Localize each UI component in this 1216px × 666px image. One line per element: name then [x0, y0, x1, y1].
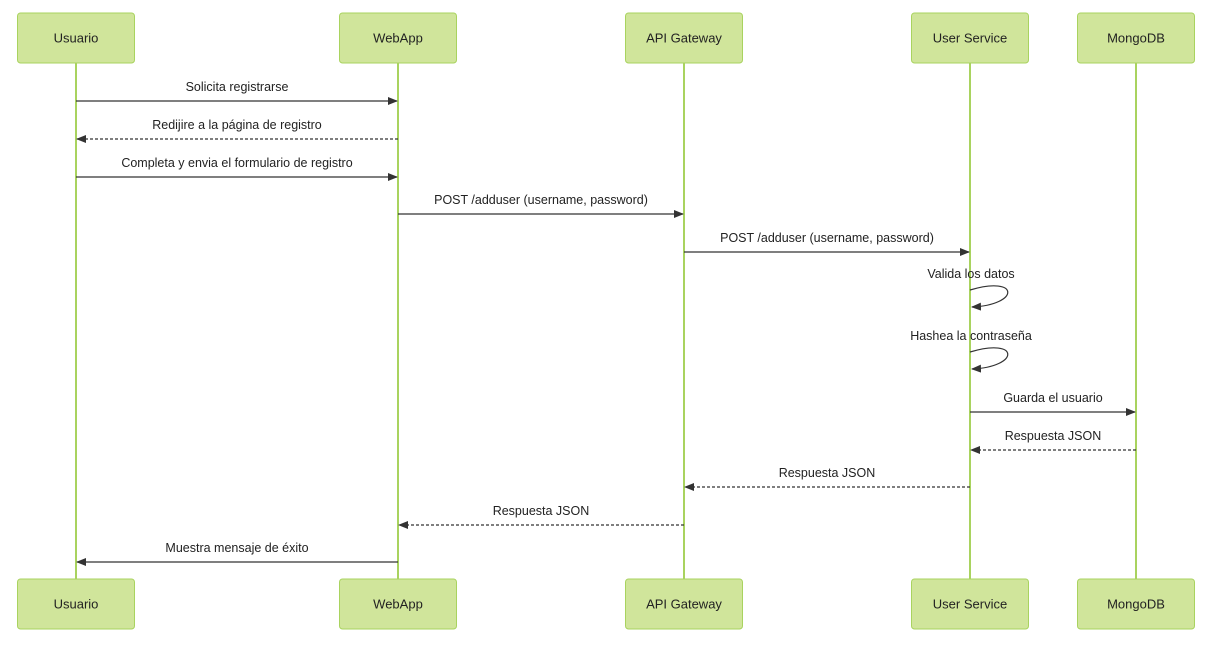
message-label: Muestra mensaje de éxito — [165, 541, 308, 555]
message-label: Hashea la contraseña — [910, 329, 1032, 343]
actor-gateway-bottom[interactable]: API Gateway — [625, 578, 743, 630]
message-10: Respuesta JSON — [684, 466, 970, 491]
message-8: Guarda el usuario — [970, 391, 1136, 416]
message-label: Respuesta JSON — [493, 504, 590, 518]
self-arrow — [969, 285, 1009, 311]
message-2: Redijire a la página de registro — [76, 118, 398, 143]
message-label: Respuesta JSON — [779, 466, 876, 480]
actor-label: Usuario — [54, 597, 99, 612]
message-1: Solicita registrarse — [76, 80, 398, 105]
actor-mongodb-bottom[interactable]: MongoDB — [1077, 578, 1195, 630]
actor-usuario-top[interactable]: Usuario — [17, 12, 135, 64]
message-label: Valida los datos — [927, 267, 1014, 281]
actor-label: API Gateway — [646, 597, 722, 612]
actor-webapp-bottom[interactable]: WebApp — [339, 578, 457, 630]
message-11: Respuesta JSON — [398, 504, 684, 529]
actor-label: MongoDB — [1107, 597, 1165, 612]
message-label: POST /adduser (username, password) — [720, 231, 934, 245]
message-label: Redijire a la página de registro — [152, 118, 322, 132]
actor-userservice-top[interactable]: User Service — [911, 12, 1029, 64]
actor-userservice-bottom[interactable]: User Service — [911, 578, 1029, 630]
message-7: Hashea la contraseña — [910, 329, 1032, 373]
actor-label: API Gateway — [646, 31, 722, 46]
actor-label: User Service — [933, 31, 1007, 46]
actor-label: WebApp — [373, 597, 423, 612]
sequence-diagram: Usuario Usuario WebApp WebApp API Gateway API… — [17, 12, 1195, 630]
self-arrow — [969, 347, 1009, 373]
actor-mongodb-top[interactable]: MongoDB — [1077, 12, 1195, 64]
message-label: Completa y envia el formulario de regist… — [121, 156, 352, 170]
message-3: Completa y envia el formulario de regist… — [76, 156, 398, 181]
message-5: POST /adduser (username, password) — [684, 231, 970, 256]
message-4: POST /adduser (username, password) — [398, 193, 684, 218]
message-label: Solicita registrarse — [186, 80, 289, 94]
message-label: POST /adduser (username, password) — [434, 193, 648, 207]
actor-label: MongoDB — [1107, 31, 1165, 46]
message-12: Muestra mensaje de éxito — [76, 541, 398, 566]
message-label: Guarda el usuario — [1003, 391, 1102, 405]
message-label: Respuesta JSON — [1005, 429, 1102, 443]
actor-label: User Service — [933, 597, 1007, 612]
actor-webapp-top[interactable]: WebApp — [339, 12, 457, 64]
actor-label: Usuario — [54, 31, 99, 46]
message-9: Respuesta JSON — [970, 429, 1136, 454]
actor-label: WebApp — [373, 31, 423, 46]
actor-usuario-bottom[interactable]: Usuario — [17, 578, 135, 630]
actor-gateway-top[interactable]: API Gateway — [625, 12, 743, 64]
